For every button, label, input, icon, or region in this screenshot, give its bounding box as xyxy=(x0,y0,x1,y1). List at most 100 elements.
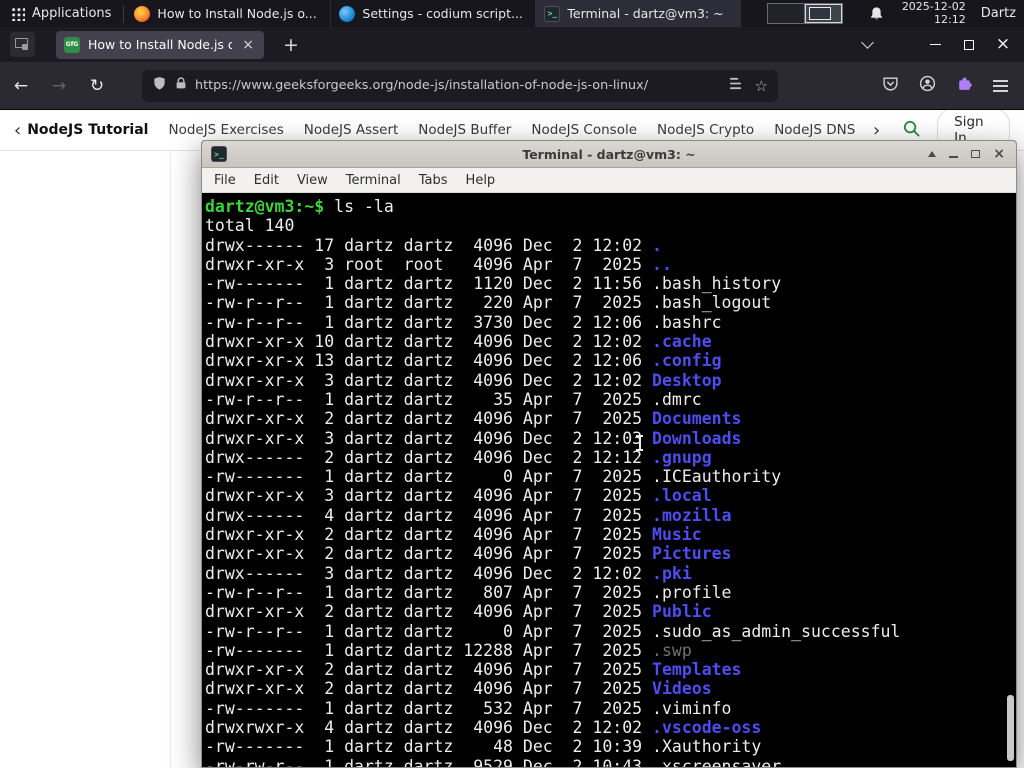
terminal-line: -rw-r--r-- 1 dartz dartz 3730 Dec 2 12:0… xyxy=(205,312,722,332)
taskbar-item-firefox[interactable]: How to Install Node.js o... xyxy=(126,0,332,27)
taskbar-item-terminal[interactable]: Terminal - dartz@vm3: ~ xyxy=(536,0,742,27)
forward-button[interactable]: → xyxy=(42,70,76,102)
extension-puzzle-icon[interactable] xyxy=(956,75,973,96)
terminal-output: dartz@vm3:~$ ls -la total 140 drwx------ 1… xyxy=(205,197,1016,767)
terminal-menu-file[interactable]: File xyxy=(205,173,245,188)
nav-scroll-left-icon[interactable]: ‹ xyxy=(8,120,27,141)
terminal-line: -rw------- 1 dartz dartz 12288 Apr 7 202… xyxy=(205,640,692,660)
search-icon[interactable] xyxy=(902,119,921,142)
terminal-app-icon xyxy=(211,146,227,162)
terminal-title: Terminal - dartz@vm3: ~ xyxy=(522,146,696,162)
browser-maximize-button[interactable] xyxy=(952,31,986,58)
terminal-menu-tabs[interactable]: Tabs xyxy=(410,173,457,188)
terminal-line: -rw------- 1 dartz dartz 0 Apr 7 2025 .I… xyxy=(205,467,782,487)
terminal-line: drwxr-xr-x 3 dartz dartz 4096 Dec 2 12:0… xyxy=(205,428,742,448)
tab-title: How to Install Node.js on xyxy=(88,37,233,52)
terminal-line: -rw------- 1 dartz dartz 1120 Dec 2 11:5… xyxy=(205,274,782,294)
geeksforgeeks-favicon: GfG xyxy=(64,36,80,53)
terminal-line: drwxr-xr-x 2 dartz dartz 4096 Apr 7 2025… xyxy=(205,679,712,699)
list-all-tabs-button[interactable] xyxy=(853,36,882,49)
site-nav-item[interactable]: NodeJS DNS xyxy=(774,122,855,138)
site-nav-item[interactable]: NodeJS Assert xyxy=(304,122,399,138)
padlock-icon[interactable] xyxy=(175,77,187,94)
terminal-line: drwx------ 17 dartz dartz 4096 Dec 2 12:… xyxy=(205,235,662,255)
toolbar-right-icons xyxy=(882,75,1008,96)
terminal-line: -rw------- 1 dartz dartz 48 Dec 2 10:39 … xyxy=(205,737,762,757)
terminal-menu-help[interactable]: Help xyxy=(457,173,505,188)
applications-grid-icon xyxy=(10,6,25,21)
pocket-icon[interactable] xyxy=(882,75,899,96)
terminal-menu-terminal[interactable]: Terminal xyxy=(337,173,410,188)
terminal-minimize-button[interactable] xyxy=(949,155,959,158)
new-tab-button[interactable]: + xyxy=(277,34,305,56)
panel-separator xyxy=(123,4,125,23)
url-text: https://www.geeksforgeeks.org/node-js/in… xyxy=(195,78,649,93)
browser-minimize-button[interactable] xyxy=(918,31,952,58)
terminal-titlebar[interactable]: Terminal - dartz@vm3: ~ × xyxy=(202,141,1016,168)
browser-navigation-toolbar: ← → ↻ https://www.geeksforgeeks.org/node… xyxy=(0,62,1024,110)
terminal-line: -rw-r--r-- 1 dartz dartz 807 Apr 7 2025 … xyxy=(205,582,732,602)
tab-close-icon[interactable]: × xyxy=(240,37,256,53)
taskbar-item-label: How to Install Node.js o... xyxy=(157,6,317,21)
chevron-down-icon xyxy=(861,36,874,49)
panel-user-label[interactable]: Dartz xyxy=(981,6,1016,21)
bookmark-star-icon[interactable]: ☆ xyxy=(755,77,768,95)
workspace-1[interactable] xyxy=(767,4,805,23)
account-icon[interactable] xyxy=(919,75,936,96)
terminal-menu-view[interactable]: View xyxy=(288,173,337,188)
tracking-protection-shield-icon[interactable] xyxy=(152,76,167,95)
applications-menu-button[interactable]: Applications xyxy=(0,0,121,27)
firefox-icon xyxy=(134,5,151,22)
terminal-shade-button[interactable] xyxy=(928,151,937,157)
applications-label: Applications xyxy=(32,6,112,21)
workspace-switcher[interactable] xyxy=(766,3,843,24)
terminal-body[interactable]: dartz@vm3:~$ ls -la total 140 drwx------ 1… xyxy=(202,193,1016,767)
clock-date: 2025-12-02 xyxy=(901,0,966,13)
terminal-line: drwxr-xr-x 3 dartz dartz 4096 Apr 7 2025… xyxy=(205,486,712,506)
firefox-view-icon[interactable] xyxy=(10,32,35,57)
site-nav-items: NodeJS Tutorial NodeJS Exercises NodeJS As… xyxy=(27,122,867,138)
url-bar[interactable]: https://www.geeksforgeeks.org/node-js/in… xyxy=(142,69,778,102)
page-sidebar-divider xyxy=(170,151,171,768)
terminal-line: drwxr-xr-x 2 dartz dartz 4096 Apr 7 2025… xyxy=(205,525,702,545)
terminal-line: drwxrwxr-x 4 dartz dartz 4096 Dec 2 12:0… xyxy=(205,718,762,738)
terminal-icon xyxy=(544,5,561,22)
notification-bell-icon[interactable] xyxy=(869,6,884,21)
terminal-line: -rw------- 1 dartz dartz 532 Apr 7 2025 … xyxy=(205,698,732,718)
menu-hamburger-icon[interactable] xyxy=(993,84,1008,87)
terminal-line: drwx------ 3 dartz dartz 4096 Dec 2 12:0… xyxy=(205,563,692,583)
site-nav-item[interactable]: NodeJS Buffer xyxy=(418,122,511,138)
taskbar-item-label: Terminal - dartz@vm3: ~ xyxy=(567,6,724,21)
back-button[interactable]: ← xyxy=(4,70,38,102)
site-nav-item[interactable]: NodeJS Exercises xyxy=(168,122,283,138)
urlbar-actions: ☆ xyxy=(729,77,768,95)
terminal-close-button[interactable]: × xyxy=(993,147,1005,161)
terminal-line: drwxr-xr-x 2 dartz dartz 4096 Apr 7 2025… xyxy=(205,544,732,564)
terminal-line: drwx------ 2 dartz dartz 4096 Dec 2 12:1… xyxy=(205,447,712,467)
terminal-line: total 140 xyxy=(205,216,295,236)
taskbar-item-codium[interactable]: Settings - codium script... xyxy=(331,0,537,27)
terminal-line: drwxr-xr-x 3 root root 4096 Apr 7 2025 .… xyxy=(205,254,672,274)
terminal-line: drwx------ 4 dartz dartz 4096 Apr 7 2025… xyxy=(205,505,732,525)
terminal-line: drwxr-xr-x 10 dartz dartz 4096 Dec 2 12:… xyxy=(205,332,712,352)
terminal-scrollbar-thumb[interactable] xyxy=(1007,695,1014,761)
terminal-line: drwxr-xr-x 13 dartz dartz 4096 Dec 2 12:… xyxy=(205,351,722,371)
terminal-menu-edit[interactable]: Edit xyxy=(245,173,288,188)
workspace-2[interactable] xyxy=(804,4,842,23)
site-nav-item[interactable]: NodeJS Console xyxy=(531,122,637,138)
site-nav-item[interactable]: NodeJS Crypto xyxy=(657,122,754,138)
site-nav-item[interactable]: NodeJS Tutorial xyxy=(27,122,148,138)
terminal-maximize-button[interactable] xyxy=(971,150,981,158)
reload-button[interactable]: ↻ xyxy=(80,70,114,102)
reader-view-icon[interactable] xyxy=(729,77,742,94)
nav-scroll-right-icon[interactable]: › xyxy=(867,120,886,141)
panel-clock[interactable]: 2025-12-02 12:12 xyxy=(900,0,966,26)
codium-icon xyxy=(339,5,356,22)
terminal-line: -rw-r--r-- 1 dartz dartz 220 Apr 7 2025 … xyxy=(205,293,772,313)
terminal-menubar: File Edit View Terminal Tabs Help xyxy=(202,168,1016,193)
browser-close-button[interactable]: × xyxy=(986,31,1020,58)
terminal-line: dartz@vm3:~$ ls -la xyxy=(205,197,394,216)
terminal-line: -rw-rw-r-- 1 dartz dartz 9529 Dec 2 10:4… xyxy=(205,756,782,767)
terminal-line: -rw-r--r-- 1 dartz dartz 0 Apr 7 2025 .s… xyxy=(205,621,901,641)
browser-tab-active[interactable]: GfG How to Install Node.js on × xyxy=(56,30,264,59)
